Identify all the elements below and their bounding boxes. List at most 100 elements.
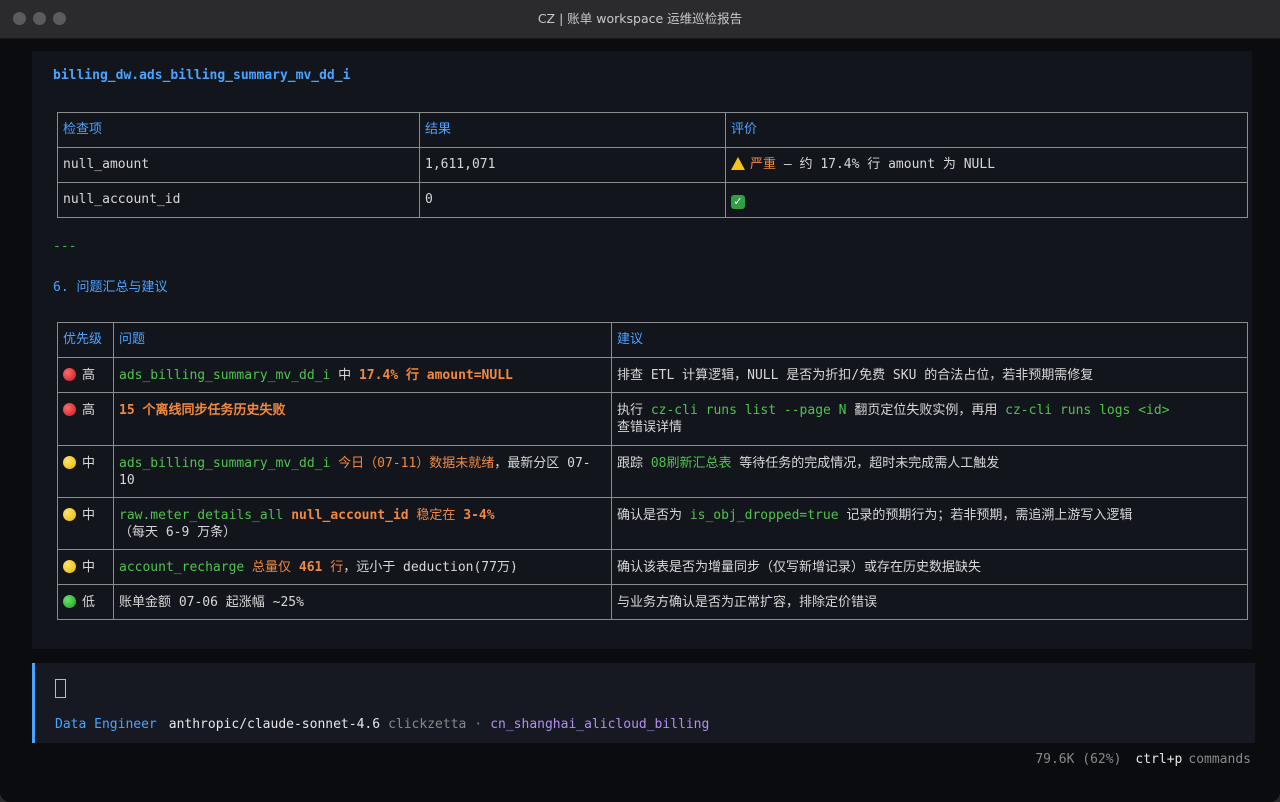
issue-highlight: null_account_id xyxy=(283,508,409,523)
advice-cell: 与业务方确认是否为正常扩容，排除定价错误 xyxy=(611,584,1248,620)
horizontal-rule: --- xyxy=(53,239,77,254)
advice-text: 确认是否为 xyxy=(617,508,690,523)
footer-bar: 79.6K (62%) ctrl+p commands xyxy=(1035,752,1251,767)
issue-table: 优先级 问题 建议 高 ads_billing_summary_mv_dd_i … xyxy=(57,322,1248,620)
issue-table-ref: ads_billing_summary_mv_dd_i xyxy=(119,368,331,383)
check-eval-cell: 严重 — 约 17.4% 行 amount 为 NULL xyxy=(725,147,1248,183)
issue-cell: account_recharge 总量仅 461 行，远小于 deduction… xyxy=(113,549,612,585)
check-table: 检查项 结果 评价 null_amount 1,611,071 严重 — 约 1… xyxy=(57,112,1248,218)
titlebar: CZ | 账单 workspace 运维巡检报告 xyxy=(0,0,1280,39)
priority-label: 中 xyxy=(82,560,96,575)
priority-cell: 中 xyxy=(57,549,114,585)
advice-text: 翻页定位失败实例，再用 xyxy=(846,403,1006,418)
column-header: 优先级 xyxy=(57,322,114,358)
column-header: 评价 xyxy=(725,112,1248,148)
issue-text: 总量仅 xyxy=(244,560,299,575)
table-row: 中 ads_billing_summary_mv_dd_i 今日（07-11）数… xyxy=(57,445,1248,498)
issue-cell: ads_billing_summary_mv_dd_i 今日（07-11）数据未… xyxy=(113,445,612,498)
check-eval-cell: ✓ xyxy=(725,182,1248,218)
advice-text: 记录的预期行为；若非预期，需追溯上游写入逻辑 xyxy=(838,508,1133,523)
advice-cell: 排查 ETL 计算逻辑，NULL 是否为折扣/免费 SKU 的合法占位，若非预期… xyxy=(611,357,1248,393)
vcluster-name: cn_shanghai_alicloud_billing xyxy=(490,717,710,732)
issue-table-ref: account_recharge xyxy=(119,560,245,575)
text-cursor xyxy=(55,679,66,698)
red-circle-icon xyxy=(63,403,76,416)
table-row: 高 15 个离线同步任务历史失败 执行 cz-cli runs list --p… xyxy=(57,392,1248,446)
advice-command: cz-cli runs logs <id> xyxy=(1005,403,1170,418)
issue-text: 账单金额 07-06 起涨幅 ~25% xyxy=(119,595,304,610)
red-circle-icon xyxy=(63,368,76,381)
issue-highlight: 461 xyxy=(298,560,323,575)
advice-text: 跟踪 xyxy=(617,456,651,471)
yellow-circle-icon xyxy=(63,456,76,469)
advice-text: 等待任务的完成情况，超时未完成需人工触发 xyxy=(731,456,1000,471)
issue-text: 中 xyxy=(330,368,359,383)
issue-table-ref: ads_billing_summary_mv_dd_i xyxy=(119,456,331,471)
yellow-circle-icon xyxy=(63,560,76,573)
issue-highlight: 15 个离线同步任务历史失败 xyxy=(119,403,286,418)
table-header-row: 检查项 结果 评价 xyxy=(57,112,1248,148)
advice-cell: 跟踪 08刷新汇总表 等待任务的完成情况，超时未完成需人工触发 xyxy=(611,445,1248,498)
column-header: 建议 xyxy=(611,322,1248,358)
model-name[interactable]: anthropic/claude-sonnet-4.6 xyxy=(169,717,380,732)
warning-icon xyxy=(731,157,745,170)
issue-cell: 账单金额 07-06 起涨幅 ~25% xyxy=(113,584,612,620)
window-title: CZ | 账单 workspace 运维巡检报告 xyxy=(537,11,743,26)
priority-label: 高 xyxy=(82,368,96,383)
column-header: 检查项 xyxy=(57,112,420,148)
check-result-cell: 0 xyxy=(419,182,726,218)
check-result-cell: 1,611,071 xyxy=(419,147,726,183)
priority-cell: 低 xyxy=(57,584,114,620)
advice-text: 排查 ETL 计算逻辑，NULL 是否为折扣/免费 SKU 的合法占位，若非预期… xyxy=(617,368,1094,383)
table-header-row: 优先级 问题 建议 xyxy=(57,322,1248,358)
check-icon: ✓ xyxy=(731,195,745,209)
advice-cell: 确认是否为 is_obj_dropped=true 记录的预期行为；若非预期，需… xyxy=(611,497,1248,550)
priority-label: 中 xyxy=(82,456,96,471)
issue-table-ref: raw.meter_details_all xyxy=(119,508,284,523)
context-usage: 79.6K (62%) xyxy=(1035,752,1122,767)
issue-text: ，远小于 deduction(77万) xyxy=(343,560,518,575)
table-row: 高 ads_billing_summary_mv_dd_i 中 17.4% 行 … xyxy=(57,357,1248,393)
eval-text: — 约 17.4% 行 amount 为 NULL xyxy=(776,157,996,172)
status-separator: · xyxy=(474,717,483,732)
terminal-window: CZ | 账单 workspace 运维巡检报告 billing_dw.ads_… xyxy=(0,0,1280,802)
table-row: null_amount 1,611,071 严重 — 约 17.4% 行 amo… xyxy=(57,147,1248,183)
issue-text: 稳定在 xyxy=(408,508,464,523)
issue-text: （每天 6-9 万条） xyxy=(119,525,237,540)
agent-role[interactable]: Data Engineer xyxy=(55,717,157,732)
issue-highlight: 3-4% xyxy=(463,508,495,523)
check-item-cell: null_account_id xyxy=(57,182,420,218)
table-row: 中 raw.meter_details_all null_account_id … xyxy=(57,497,1248,550)
prompt-input[interactable]: Data Engineer anthropic/claude-sonnet-4.6… xyxy=(32,663,1255,743)
status-line: Data Engineer anthropic/claude-sonnet-4.6… xyxy=(55,717,709,732)
column-header: 结果 xyxy=(419,112,726,148)
issue-text: 行 xyxy=(322,560,344,575)
commands-hint[interactable]: commands xyxy=(1188,752,1251,767)
priority-label: 低 xyxy=(82,595,96,610)
table-row: 中 account_recharge 总量仅 461 行，远小于 deducti… xyxy=(57,549,1248,585)
issue-highlight: 17.4% 行 amount=NULL xyxy=(358,368,513,383)
priority-cell: 中 xyxy=(57,445,114,498)
green-circle-icon xyxy=(63,595,76,608)
advice-task-ref: 08刷新汇总表 xyxy=(650,456,732,471)
table-row: 低 账单金额 07-06 起涨幅 ~25% 与业务方确认是否为正常扩容，排除定价… xyxy=(57,584,1248,620)
workspace-name: clickzetta xyxy=(388,717,467,732)
column-header: 问题 xyxy=(113,322,612,358)
shortcut-key: ctrl+p xyxy=(1135,752,1183,767)
priority-cell: 高 xyxy=(57,357,114,393)
section-title: 6. 问题汇总与建议 xyxy=(53,280,168,295)
advice-code: is_obj_dropped=true xyxy=(689,508,839,523)
advice-text: 查错误详情 xyxy=(617,420,683,435)
priority-label: 中 xyxy=(82,508,96,523)
advice-cell: 确认该表是否为增量同步（仅写新增记录）或存在历史数据缺失 xyxy=(611,549,1248,585)
priority-cell: 高 xyxy=(57,392,114,446)
issue-cell: raw.meter_details_all null_account_id 稳定… xyxy=(113,497,612,550)
table-name-heading: billing_dw.ads_billing_summary_mv_dd_i xyxy=(53,68,351,83)
advice-cell: 执行 cz-cli runs list --page N 翻页定位失败实例，再用… xyxy=(611,392,1248,446)
issue-cell: ads_billing_summary_mv_dd_i 中 17.4% 行 am… xyxy=(113,357,612,393)
priority-label: 高 xyxy=(82,403,96,418)
advice-text: 与业务方确认是否为正常扩容，排除定价错误 xyxy=(617,595,878,610)
advice-command: cz-cli runs list --page N xyxy=(650,403,847,418)
advice-text: 确认该表是否为增量同步（仅写新增记录）或存在历史数据缺失 xyxy=(617,560,982,575)
table-row: null_account_id 0 ✓ xyxy=(57,182,1248,218)
